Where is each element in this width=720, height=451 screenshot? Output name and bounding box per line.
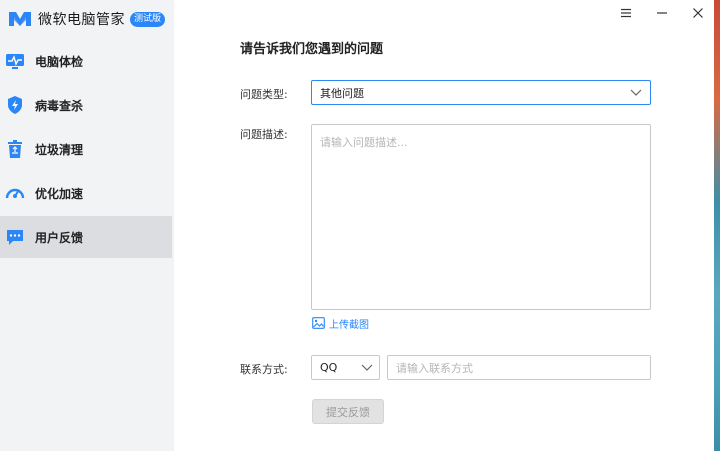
chat-bubble-icon: [5, 227, 25, 247]
issue-type-select[interactable]: 其他问题: [311, 80, 651, 105]
sidebar-item-junk-clean[interactable]: 垃圾清理: [0, 128, 172, 170]
minimize-button[interactable]: [652, 4, 672, 22]
contact-label: 联系方式:: [240, 363, 288, 376]
sidebar-item-optimize[interactable]: 优化加速: [0, 172, 172, 214]
close-button[interactable]: [688, 4, 708, 22]
contact-input-placeholder: 请输入联系方式: [396, 361, 473, 375]
menu-icon: [621, 8, 631, 18]
sidebar-item-label: 用户反馈: [35, 230, 84, 245]
app-name: 微软电脑管家: [38, 12, 125, 28]
sidebar-item-pc-checkup[interactable]: 电脑体检: [0, 40, 172, 82]
menu-button[interactable]: [616, 4, 636, 22]
issue-description-label: 问题描述:: [240, 128, 288, 141]
pc-checkup-icon: [5, 51, 25, 71]
sidebar-item-label: 电脑体检: [35, 54, 84, 69]
chevron-down-icon: [361, 364, 373, 371]
minimize-icon: [657, 12, 667, 14]
contact-input[interactable]: 请输入联系方式: [387, 355, 651, 380]
contact-type-value: QQ: [320, 361, 338, 374]
sidebar-item-label: 病毒查杀: [35, 98, 84, 113]
shield-icon: [5, 95, 25, 115]
issue-type-label: 问题类型:: [240, 88, 288, 101]
issue-type-value: 其他问题: [320, 86, 364, 100]
desktop-background-edge: [714, 0, 720, 451]
issue-description-textarea[interactable]: 请输入问题描述...: [311, 124, 651, 310]
beta-badge: 测试版: [130, 11, 166, 27]
sidebar-item-feedback[interactable]: 用户反馈: [0, 216, 172, 258]
issue-description-placeholder: 请输入问题描述...: [320, 136, 408, 149]
page-title: 请告诉我们您遇到的问题: [240, 42, 384, 57]
app-logo-icon: [9, 12, 31, 26]
image-icon: [312, 317, 325, 329]
trash-icon: [5, 139, 25, 159]
upload-screenshot-link[interactable]: 上传截图: [312, 316, 369, 331]
brand: 微软电脑管家 测试版: [8, 8, 166, 30]
submit-feedback-button[interactable]: 提交反馈: [312, 399, 384, 424]
speedometer-icon: [5, 183, 25, 203]
contact-type-select[interactable]: QQ: [311, 355, 380, 380]
sidebar: 微软电脑管家 测试版 电脑体检 病毒查杀 垃圾清理 优化加速 用户反馈: [0, 0, 174, 451]
sidebar-item-label: 优化加速: [35, 186, 84, 201]
sidebar-item-label: 垃圾清理: [35, 142, 84, 157]
close-icon: [693, 8, 703, 18]
upload-screenshot-label: 上传截图: [329, 319, 369, 331]
sidebar-item-virus-scan[interactable]: 病毒查杀: [0, 84, 172, 126]
chevron-down-icon: [630, 89, 642, 96]
